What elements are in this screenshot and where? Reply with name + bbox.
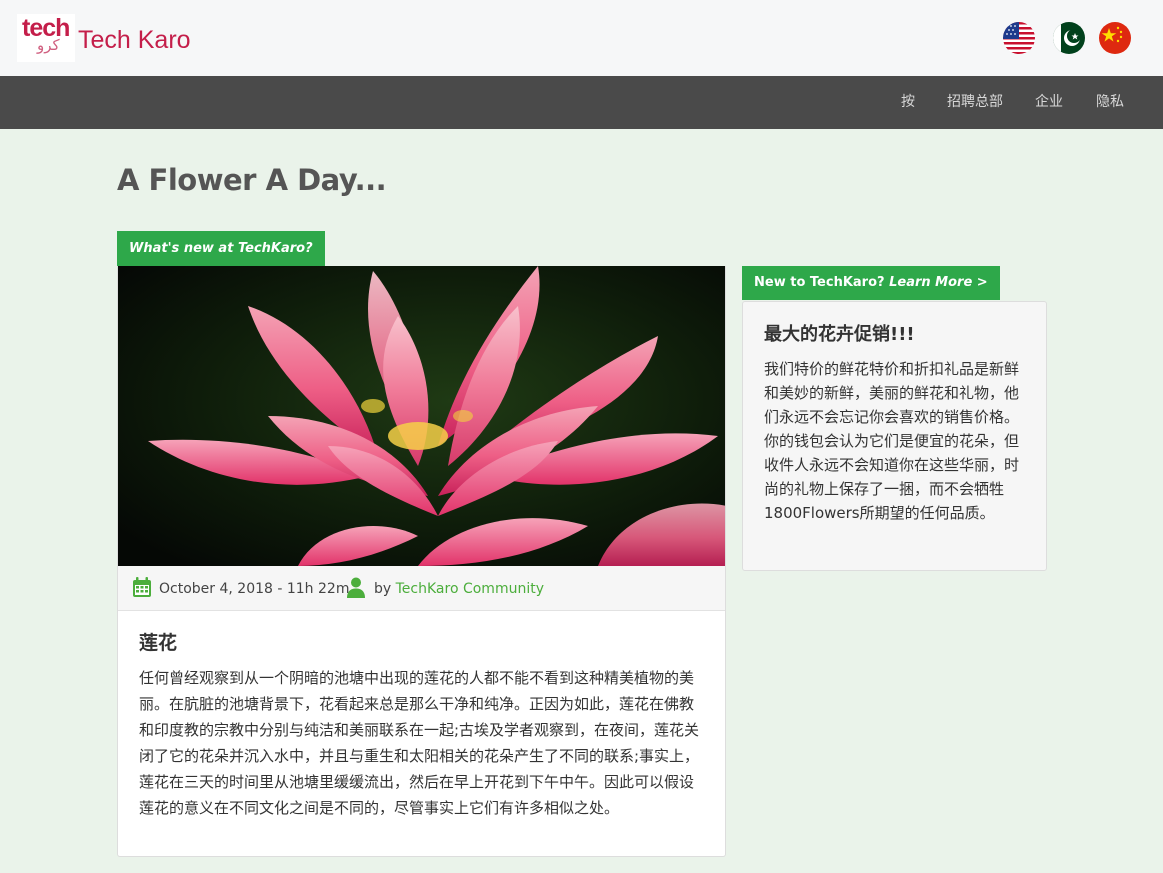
promo-heading: 最大的花卉促销!!!: [764, 324, 915, 345]
post-card: October 4, 2018 - 11h 22m by TechKaro Co…: [117, 266, 726, 857]
user-icon: [347, 577, 365, 598]
nav-item-press[interactable]: 按: [901, 93, 915, 111]
promo-card: 最大的花卉促销!!! 我们特价的鲜花特价和折扣礼品是新鲜和美妙的新鲜，美丽的鲜花…: [742, 301, 1047, 571]
learn-more-link[interactable]: Learn More >: [889, 275, 988, 290]
nav-item-careers[interactable]: 招聘总部: [947, 93, 1003, 111]
logo[interactable]: tech كرو: [17, 14, 75, 62]
new-to-techkaro-tag[interactable]: New to TechKaro? Learn More >: [742, 266, 1000, 300]
post-body: 任何曾经观察到从一个阴暗的池塘中出现的莲花的人都不能不看到这种精美植物的美丽。在…: [139, 669, 700, 817]
new-tag-label: New to TechKaro?: [754, 275, 885, 290]
cn-flag-icon[interactable]: [1099, 22, 1131, 54]
promo-body: 我们特价的鲜花特价和折扣礼品是新鲜和美妙的新鲜，美丽的鲜花和礼物，他们永远不会忘…: [764, 360, 1020, 522]
post-byline: by TechKaro Community: [374, 581, 544, 598]
main-navbar: 按 招聘总部 企业 隐私: [0, 76, 1163, 129]
pk-flag-icon[interactable]: [1053, 22, 1085, 54]
author-link[interactable]: TechKaro Community: [396, 581, 544, 597]
byline-label: by: [374, 581, 392, 597]
us-flag-icon[interactable]: [1003, 22, 1035, 54]
calendar-icon: [133, 577, 151, 597]
post-meta-bar: October 4, 2018 - 11h 22m by TechKaro Co…: [118, 566, 725, 611]
lotus-flower-image: [118, 266, 725, 566]
nav-item-privacy[interactable]: 隐私: [1096, 93, 1124, 111]
brand-name[interactable]: Tech Karo: [78, 25, 191, 55]
post-heading: 莲花: [139, 632, 178, 654]
post-date: October 4, 2018 - 11h 22m: [159, 581, 350, 597]
top-bar: tech كرو Tech Karo: [0, 0, 1163, 76]
whats-new-tag[interactable]: What's new at TechKaro?: [117, 231, 325, 266]
page-title: A Flower A Day...: [117, 163, 387, 197]
nav-item-enterprise[interactable]: 企业: [1035, 93, 1063, 111]
logo-arabic-text: كرو: [37, 36, 60, 54]
